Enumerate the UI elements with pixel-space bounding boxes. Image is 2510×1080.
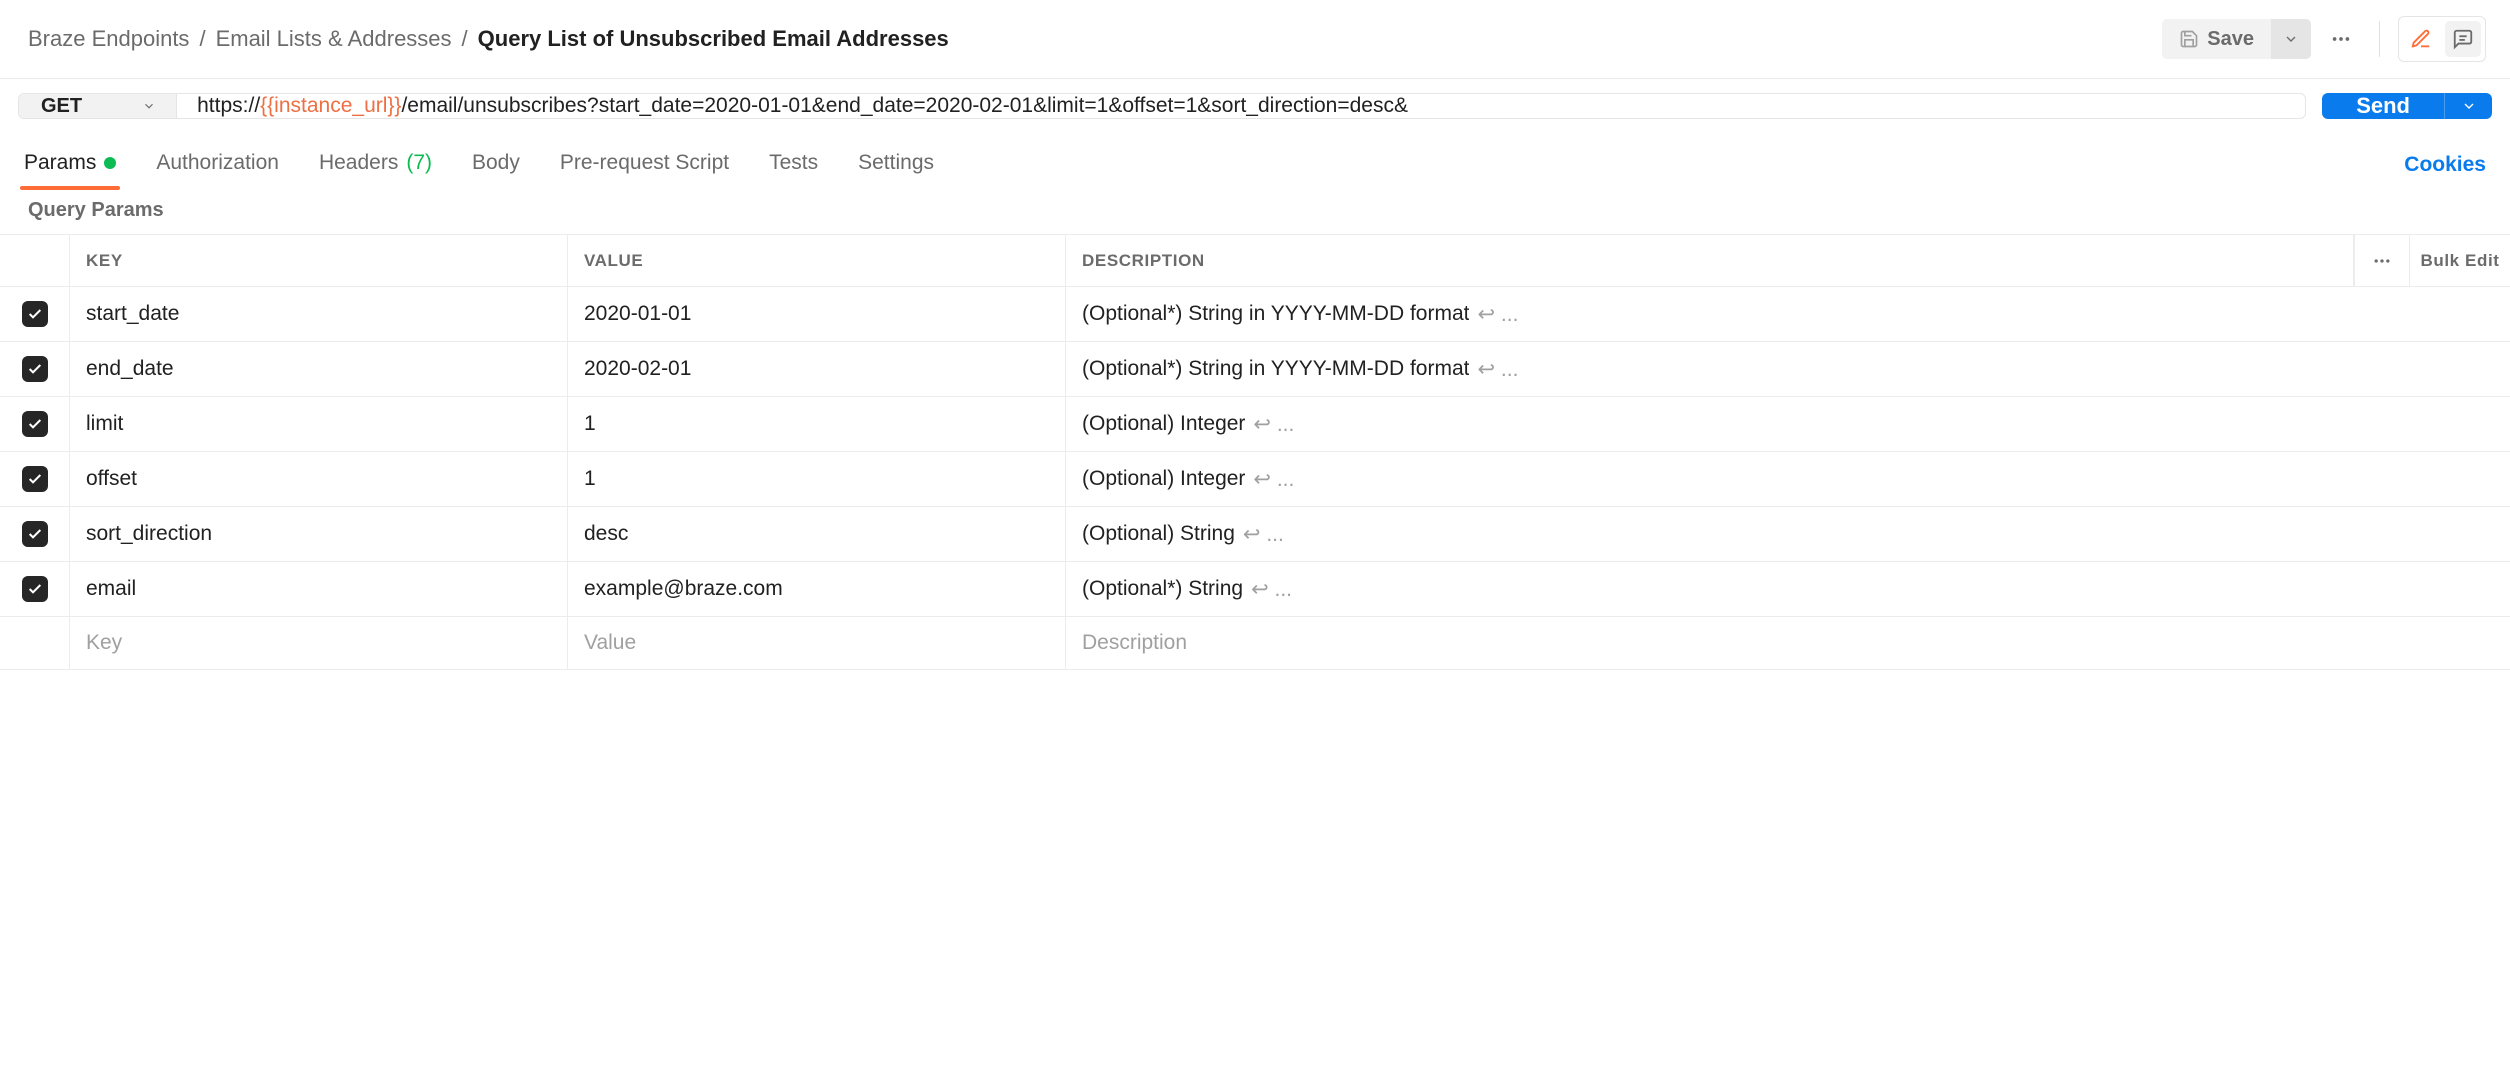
breadcrumb-link-0[interactable]: Braze Endpoints [28, 26, 189, 52]
save-dropdown-button[interactable] [2271, 19, 2311, 59]
param-description-input[interactable]: (Optional) String ↩ ... [1066, 507, 2510, 561]
breadcrumb-current: Query List of Unsubscribed Email Address… [478, 26, 949, 52]
param-value-input[interactable]: 2020-02-01 [568, 342, 1066, 396]
param-enabled-checkbox[interactable] [22, 301, 48, 327]
param-key-input[interactable]: email [70, 562, 568, 616]
comments-button[interactable] [2445, 21, 2481, 57]
tab-settings[interactable]: Settings [858, 141, 934, 189]
header-description: DESCRIPTION [1066, 235, 2354, 286]
method-label: GET [41, 95, 82, 118]
table-row: limit 1 (Optional) Integer ↩ ... [0, 397, 2510, 452]
param-key-input[interactable]: offset [70, 452, 568, 506]
send-button[interactable]: Send [2322, 93, 2444, 119]
table-row: sort_direction desc (Optional) String ↩ … [0, 507, 2510, 562]
param-key-input[interactable]: start_date [70, 287, 568, 341]
save-button-label: Save [2207, 28, 2254, 51]
param-description-input[interactable]: Description [1066, 617, 2510, 669]
param-enabled-checkbox[interactable] [22, 356, 48, 382]
tab-headers[interactable]: Headers (7) [319, 141, 432, 189]
tab-label: Pre-request Script [560, 151, 729, 175]
tab-label: Tests [769, 151, 818, 175]
headers-count-badge: (7) [406, 151, 432, 175]
param-description-input[interactable]: (Optional) Integer ↩ ... [1066, 397, 2510, 451]
param-value-input[interactable]: 1 [568, 452, 1066, 506]
param-enabled-checkbox[interactable] [22, 576, 48, 602]
tab-label: Authorization [156, 151, 279, 175]
param-value-input[interactable]: example@braze.com [568, 562, 1066, 616]
param-description-input[interactable]: (Optional) Integer ↩ ... [1066, 452, 2510, 506]
method-select[interactable]: GET [19, 94, 177, 118]
tab-label: Settings [858, 151, 934, 175]
top-toolbar: Braze Endpoints / Email Lists & Addresse… [0, 0, 2510, 79]
chevron-down-icon [2283, 31, 2299, 47]
tabs: Params Authorization Headers (7) Body Pr… [0, 127, 2510, 189]
param-key-input[interactable]: Key [70, 617, 568, 669]
param-description-input[interactable]: (Optional*) String in YYYY-MM-DD format … [1066, 342, 2510, 396]
table-row: end_date 2020-02-01 (Optional*) String i… [0, 342, 2510, 397]
tab-label: Params [24, 151, 96, 175]
chevron-down-icon [142, 99, 156, 113]
params-active-indicator [104, 157, 116, 169]
save-button[interactable]: Save [2162, 19, 2271, 59]
comment-icon [2452, 28, 2474, 50]
param-key-input[interactable]: sort_direction [70, 507, 568, 561]
toolbar-separator [2379, 21, 2380, 57]
table-row: start_date 2020-01-01 (Optional*) String… [0, 287, 2510, 342]
param-description-input[interactable]: (Optional*) String in YYYY-MM-DD format … [1066, 287, 2510, 341]
param-enabled-checkbox[interactable] [22, 466, 48, 492]
header-more-button[interactable] [2354, 235, 2410, 286]
tab-label: Headers [319, 151, 398, 175]
url-prefix: https:// [197, 94, 260, 118]
breadcrumb-link-1[interactable]: Email Lists & Addresses [216, 26, 452, 52]
params-table-header: KEY VALUE DESCRIPTION Bulk Edit [0, 235, 2510, 287]
param-enabled-checkbox[interactable] [22, 411, 48, 437]
tab-label: Body [472, 151, 520, 175]
params-table: KEY VALUE DESCRIPTION Bulk Edit start_da… [0, 234, 2510, 670]
table-row-placeholder: Key Value Description [0, 617, 2510, 669]
param-key-input[interactable]: limit [70, 397, 568, 451]
toolbar-right: Save [2162, 16, 2486, 62]
table-row: offset 1 (Optional) Integer ↩ ... [0, 452, 2510, 507]
toolbar-icon-box [2398, 16, 2486, 62]
param-value-input[interactable]: 1 [568, 397, 1066, 451]
request-row: GET https://{{instance_url}}/email/unsub… [0, 79, 2510, 127]
tab-prerequest[interactable]: Pre-request Script [560, 141, 729, 189]
url-suffix: /email/unsubscribes?start_date=2020-01-0… [401, 94, 1408, 118]
chevron-down-icon [2461, 98, 2477, 114]
bulk-edit-button[interactable]: Bulk Edit [2410, 235, 2510, 286]
more-horizontal-icon [2330, 28, 2352, 50]
table-row: email example@braze.com (Optional*) Stri… [0, 562, 2510, 617]
section-title: Query Params [0, 189, 2510, 234]
param-description-input[interactable]: (Optional*) String ↩ ... [1066, 562, 2510, 616]
breadcrumb-separator: / [462, 26, 468, 52]
more-horizontal-icon [2372, 251, 2392, 271]
save-icon [2179, 29, 2199, 49]
param-enabled-checkbox[interactable] [22, 521, 48, 547]
pencil-icon [2410, 28, 2432, 50]
param-value-input[interactable]: Value [568, 617, 1066, 669]
header-value: VALUE [568, 235, 1066, 286]
placeholder-checkbox-col [0, 617, 70, 669]
send-button-group: Send [2322, 93, 2492, 119]
cookies-link[interactable]: Cookies [2404, 153, 2486, 177]
breadcrumb-separator: / [199, 26, 205, 52]
tab-params[interactable]: Params [24, 141, 116, 189]
more-actions-button[interactable] [2321, 19, 2361, 59]
header-key: KEY [70, 235, 568, 286]
url-variable: {{instance_url}} [260, 94, 401, 118]
breadcrumb: Braze Endpoints / Email Lists & Addresse… [28, 26, 2154, 52]
param-value-input[interactable]: 2020-01-01 [568, 287, 1066, 341]
url-input[interactable]: https://{{instance_url}}/email/unsubscri… [177, 94, 2305, 118]
send-dropdown-button[interactable] [2444, 93, 2492, 119]
tab-authorization[interactable]: Authorization [156, 141, 279, 189]
url-bar: GET https://{{instance_url}}/email/unsub… [18, 93, 2306, 119]
param-key-input[interactable]: end_date [70, 342, 568, 396]
tab-body[interactable]: Body [472, 141, 520, 189]
save-button-group: Save [2162, 19, 2311, 59]
header-checkbox-col [0, 235, 70, 286]
tab-tests[interactable]: Tests [769, 141, 818, 189]
edit-button[interactable] [2403, 21, 2439, 57]
param-value-input[interactable]: desc [568, 507, 1066, 561]
